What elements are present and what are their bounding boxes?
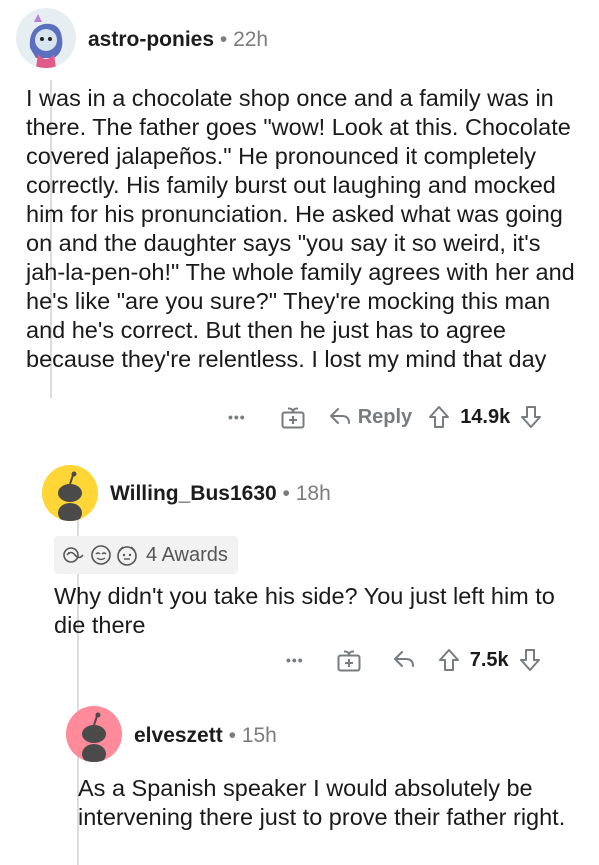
meta-separator: • (228, 724, 236, 747)
meta-separator: • (219, 28, 228, 51)
upvote-button[interactable] (428, 405, 450, 429)
avatar[interactable] (16, 8, 76, 68)
more-options-button[interactable]: ••• (228, 409, 246, 425)
comment-body: Why didn't you take his side? You just l… (54, 583, 555, 638)
username[interactable]: Willing_Bus1630 (110, 482, 277, 505)
award-icon-3 (117, 546, 137, 566)
snoo-avatar-icon (42, 465, 98, 521)
award-button[interactable] (336, 647, 362, 673)
snoo-avatar-icon (66, 706, 122, 762)
awards-count: 4 Awards (146, 543, 228, 566)
gift-icon (337, 650, 361, 672)
reply-button[interactable] (392, 649, 416, 671)
meta-separator: • (282, 482, 290, 505)
gift-icon (281, 407, 305, 429)
award-icon-2 (91, 545, 111, 565)
award-icon-1 (63, 547, 84, 563)
timestamp[interactable]: 18h (296, 482, 331, 505)
comment-meta: Willing_Bus1630 • 18h (110, 482, 331, 506)
avatar[interactable] (66, 706, 122, 762)
username[interactable]: astro-ponies (88, 28, 214, 51)
reply-label: Reply (357, 405, 413, 428)
vote-score: 7.5k (469, 648, 509, 671)
more-options-button[interactable]: ••• (286, 652, 304, 668)
upvote-button[interactable] (438, 648, 460, 672)
comment-body: I was in a chocolate shop once and a fam… (26, 85, 575, 372)
award-button[interactable] (280, 404, 306, 430)
downvote-arrow-icon (521, 406, 542, 428)
astro-pony-avatar-icon (16, 8, 76, 68)
username[interactable]: elveszett (134, 724, 223, 747)
avatar[interactable] (42, 465, 98, 521)
downvote-arrow-icon (519, 649, 540, 671)
reply-button[interactable]: Reply (328, 406, 412, 429)
comment-actions: ••• Reply 14.9k (228, 399, 542, 435)
reply-arrow-icon (329, 408, 350, 424)
timestamp[interactable]: 22h (233, 28, 268, 51)
upvote-arrow-icon (429, 406, 450, 428)
reply-arrow-icon (393, 651, 414, 667)
vote-score: 14.9k (460, 405, 511, 428)
comment-meta: astro-ponies • 22h (88, 28, 268, 52)
timestamp[interactable]: 15h (242, 724, 277, 747)
comment-actions: ••• 7.5k (286, 642, 541, 678)
comment-meta: elveszett • 15h (134, 724, 277, 748)
upvote-arrow-icon (438, 649, 459, 671)
downvote-button[interactable] (519, 648, 541, 672)
downvote-button[interactable] (520, 405, 542, 429)
awards-badge[interactable]: 4 Awards (54, 536, 238, 574)
comment-body: As a Spanish speaker I would absolutely … (78, 775, 566, 830)
